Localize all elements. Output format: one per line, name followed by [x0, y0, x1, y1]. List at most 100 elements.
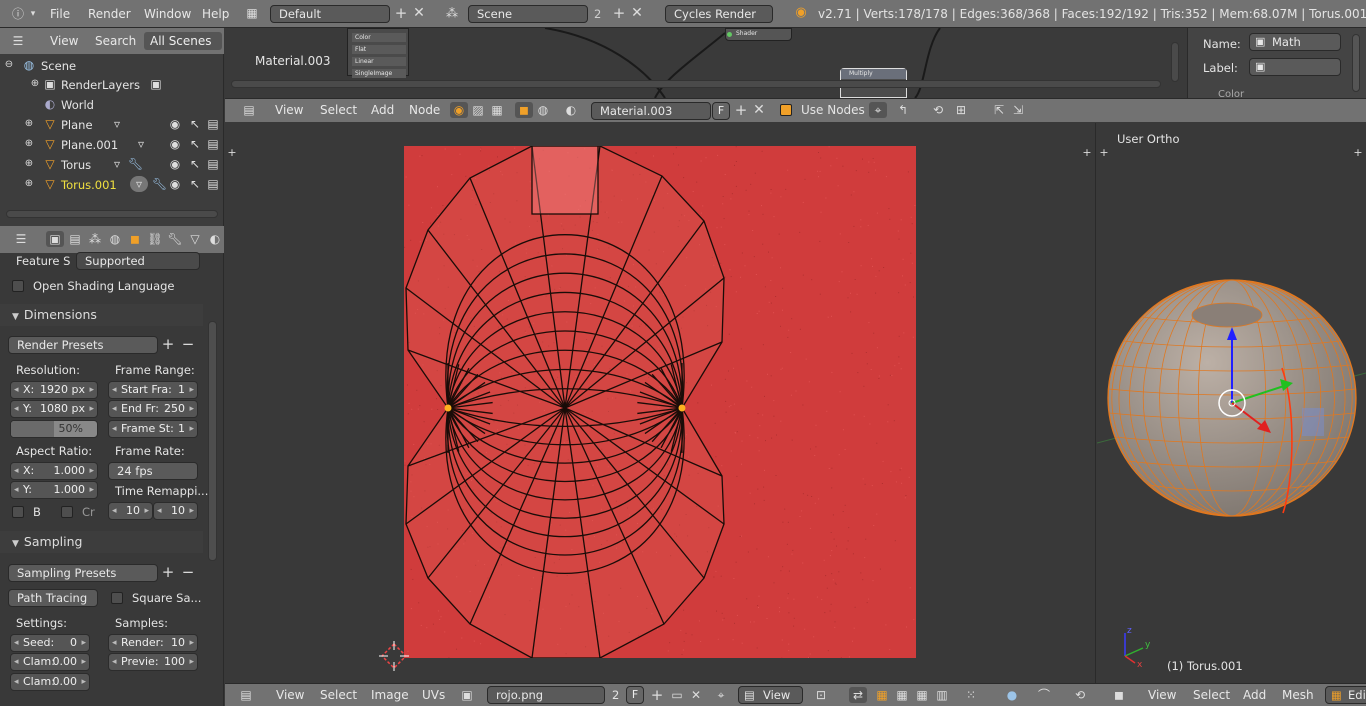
- crop-checkbox[interactable]: [61, 506, 73, 518]
- editor-type-dropdown[interactable]: ▾: [28, 6, 38, 22]
- render-presets-dropdown[interactable]: Render Presets: [8, 336, 158, 354]
- outliner-row-world[interactable]: ◐ World: [0, 95, 222, 115]
- area-corner-icon[interactable]: +: [227, 145, 237, 161]
- expand-icon[interactable]: ⊕: [24, 156, 34, 172]
- outliner-row-torus-001[interactable]: ⊕ ▽ Torus.001 ▿ 🔧︎ ◉ ↖ ▤: [0, 175, 222, 195]
- node-editor-scrollbar[interactable]: [231, 80, 1161, 88]
- select-cursor-icon[interactable]: ↖: [188, 116, 202, 132]
- menu-window[interactable]: Window: [144, 7, 191, 21]
- unlink-material-icon[interactable]: ✕: [752, 102, 766, 118]
- res-percentage-slider[interactable]: 50%: [10, 420, 98, 438]
- snap-element-icon[interactable]: ⊞: [951, 102, 971, 118]
- viewport-view-menu[interactable]: View: [1148, 688, 1176, 702]
- render-camera-icon[interactable]: ▤: [206, 136, 220, 152]
- add-preset-icon[interactable]: +: [160, 336, 176, 352]
- add-screen-icon[interactable]: +: [394, 5, 408, 21]
- osl-checkbox[interactable]: [12, 280, 24, 292]
- visibility-eye-icon[interactable]: ◉: [168, 116, 182, 132]
- edge-select-icon[interactable]: ▦: [893, 687, 911, 703]
- outliner-row-scene[interactable]: ⊖ ◍ Scene: [0, 56, 222, 76]
- tab-render-icon[interactable]: ▣: [46, 231, 64, 247]
- add-sampling-preset-icon[interactable]: +: [160, 564, 176, 580]
- world-shader-icon[interactable]: ◍: [534, 102, 552, 118]
- viewport-editor-type-icon[interactable]: ◼: [1109, 687, 1129, 703]
- remap-old-field[interactable]: 10: [108, 502, 153, 520]
- menu-help[interactable]: Help: [202, 7, 229, 21]
- select-cursor-icon[interactable]: ↖: [188, 176, 202, 192]
- pivot-point-icon[interactable]: ⊡: [811, 687, 831, 703]
- remap-new-field[interactable]: 10: [153, 502, 198, 520]
- uv-select-menu[interactable]: Select: [320, 688, 357, 702]
- node-editor-type-icon[interactable]: ▤: [239, 102, 259, 118]
- frame-step-field[interactable]: Frame St: 1: [108, 420, 198, 438]
- outliner-row-renderlayers[interactable]: ⊕ ▣ RenderLayers ▣: [0, 75, 222, 95]
- uv-uvs-menu[interactable]: UVs: [422, 688, 445, 702]
- falloff-icon[interactable]: ⌒: [1033, 687, 1055, 703]
- tab-data-icon[interactable]: ▽: [186, 231, 204, 247]
- clamp-indirect-field[interactable]: Clam:0.00: [10, 673, 90, 691]
- visibility-eye-icon[interactable]: ◉: [168, 156, 182, 172]
- open-image-icon[interactable]: ▭: [669, 687, 685, 703]
- image-fake-user-button[interactable]: F: [626, 686, 644, 704]
- vertex-select-icon[interactable]: ▦: [873, 687, 891, 703]
- visibility-eye-icon[interactable]: ◉: [168, 136, 182, 152]
- outliner-row-plane-001[interactable]: ⊕ ▽ Plane.001 ▿ ◉ ↖ ▤: [0, 135, 222, 155]
- sticky-mode-icon[interactable]: ⁙: [961, 687, 981, 703]
- add-material-icon[interactable]: +: [734, 102, 748, 118]
- menu-file[interactable]: File: [50, 7, 70, 21]
- shader-socket-icon[interactable]: [727, 32, 732, 37]
- remove-scene-icon[interactable]: ✕: [630, 5, 644, 21]
- clamp-direct-field[interactable]: Clam:0.00: [10, 653, 90, 671]
- tab-material-icon[interactable]: ◐: [206, 231, 224, 247]
- parent-node-tree-icon[interactable]: ↰: [895, 102, 911, 118]
- node-view-menu[interactable]: View: [275, 103, 303, 117]
- expand-icon[interactable]: ⊕: [24, 136, 34, 152]
- render-camera-icon[interactable]: ▤: [206, 116, 220, 132]
- frame-start-field[interactable]: Start Fra: 1: [108, 381, 198, 399]
- render-samples-field[interactable]: Render: 10: [108, 634, 198, 652]
- sync-selection-icon[interactable]: ⇄: [849, 687, 867, 703]
- render-camera-icon[interactable]: ▤: [206, 176, 220, 192]
- uv-image-editor[interactable]: + +: [225, 123, 1096, 683]
- aspect-y-field[interactable]: Y: 1.000: [10, 481, 98, 499]
- node-select-menu[interactable]: Select: [320, 103, 357, 117]
- scene-field[interactable]: Scene: [468, 5, 588, 23]
- border-checkbox[interactable]: [12, 506, 24, 518]
- 2d-cursor-icon[interactable]: [379, 641, 409, 671]
- remove-preset-icon[interactable]: −: [180, 336, 196, 352]
- uv-editor-type-icon[interactable]: ▤: [235, 687, 257, 703]
- remove-screen-icon[interactable]: ✕: [412, 5, 426, 21]
- use-nodes-checkbox[interactable]: [780, 104, 792, 116]
- texture-tree-icon[interactable]: ▦: [488, 102, 506, 118]
- compositing-tree-icon[interactable]: ▨: [469, 102, 487, 118]
- face-select-icon[interactable]: ▦: [913, 687, 931, 703]
- object-shader-icon[interactable]: ◼: [515, 102, 533, 118]
- area-corner-icon[interactable]: +: [1353, 145, 1363, 161]
- uv-view-menu[interactable]: View: [276, 688, 304, 702]
- res-x-field[interactable]: X:1920 px: [10, 381, 98, 399]
- viewport-add-menu[interactable]: Add: [1243, 688, 1266, 702]
- node-node-menu[interactable]: Node: [409, 103, 440, 117]
- preview-samples-field[interactable]: Previe: 100: [108, 653, 198, 671]
- 3d-viewport[interactable]: + + User Ortho z y x (1) Torus.001: [1097, 123, 1366, 683]
- outliner-row-plane[interactable]: ⊕ ▽ Plane ▿ ◉ ↖ ▤: [0, 115, 222, 135]
- outliner-row-torus[interactable]: ⊕ ▽ Torus ▿ 🔧︎ ◉ ↖ ▤: [0, 155, 222, 175]
- node-sidebar-scrollbar[interactable]: [1352, 34, 1360, 92]
- info-icon[interactable]: ⓘ: [10, 6, 26, 22]
- copy-nodes-icon[interactable]: ⇱: [990, 102, 1008, 118]
- snap-icon[interactable]: ⟲: [1071, 687, 1089, 703]
- aspect-x-field[interactable]: X: 1.000: [10, 462, 98, 480]
- seed-field[interactable]: Seed: 0: [10, 634, 90, 652]
- viewport-select-menu[interactable]: Select: [1193, 688, 1230, 702]
- shader-node[interactable]: Shader: [725, 28, 792, 41]
- viewport-mesh-menu[interactable]: Mesh: [1282, 688, 1314, 702]
- node-editor-vscroll[interactable]: [1171, 42, 1179, 82]
- tab-modifiers-icon[interactable]: 🔧︎: [166, 231, 184, 247]
- outliner-view-menu[interactable]: View: [50, 34, 78, 48]
- dimensions-panel-title[interactable]: Dimensions: [0, 304, 203, 326]
- square-samples-checkbox[interactable]: [111, 592, 123, 604]
- snap-toggle-icon[interactable]: ⟲: [929, 102, 947, 118]
- select-cursor-icon[interactable]: ↖: [188, 136, 202, 152]
- image-texture-node[interactable]: Color Flat Linear SingleImage: [347, 28, 409, 76]
- menu-render[interactable]: Render: [88, 7, 131, 21]
